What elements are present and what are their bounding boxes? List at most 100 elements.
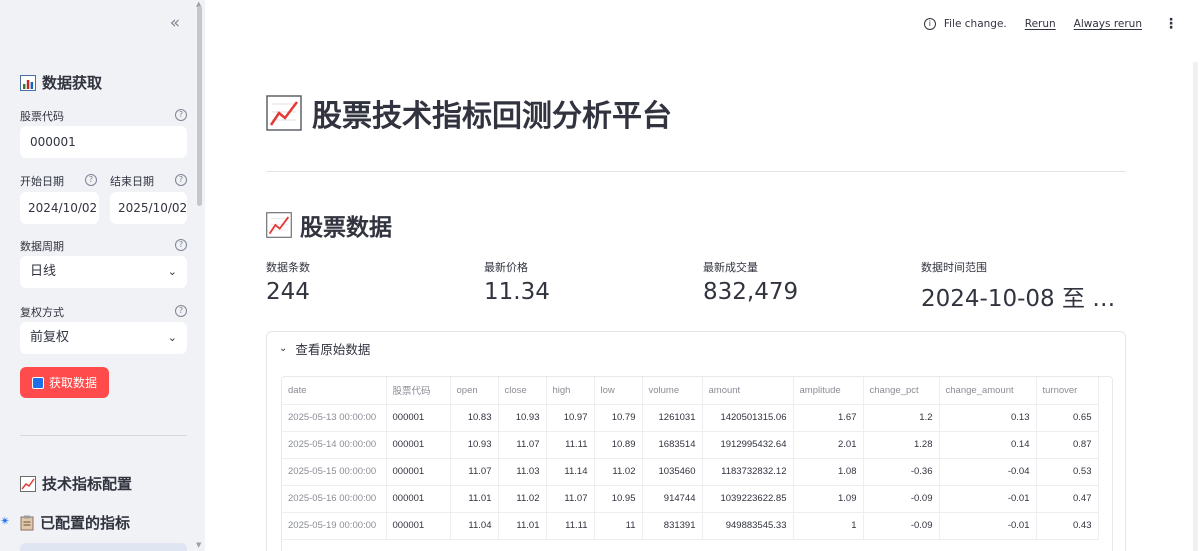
column-header[interactable]: turnover xyxy=(1036,377,1099,405)
table-cell[interactable]: 831391 xyxy=(642,512,703,540)
column-header[interactable]: date xyxy=(282,377,387,405)
table-cell[interactable]: 2025-05-13 00:00:00 xyxy=(282,404,387,432)
always-rerun-button[interactable]: Always rerun xyxy=(1074,18,1142,30)
table-cell[interactable]: -0.09 xyxy=(863,512,940,540)
column-header[interactable]: 股票代码 xyxy=(386,377,451,405)
table-cell[interactable]: 1035460 xyxy=(642,458,703,486)
table-cell[interactable]: -0.09 xyxy=(863,485,940,513)
stock-code-input[interactable]: 000001 xyxy=(20,126,187,158)
column-header[interactable]: volume xyxy=(642,377,703,405)
table-cell[interactable]: 2025-05-15 00:00:00 xyxy=(282,458,387,486)
section-title-text: 股票数据 xyxy=(300,215,392,241)
raw-data-table[interactable]: date 股票代码 open close high low volume amo… xyxy=(281,376,1113,551)
end-date-input[interactable]: 2025/10/02 xyxy=(110,192,187,224)
table-cell[interactable]: 11.07 xyxy=(498,431,547,459)
table-cell[interactable]: 11.07 xyxy=(546,485,595,513)
table-cell[interactable]: 0.47 xyxy=(1036,485,1099,513)
table-cell[interactable]: 1 xyxy=(793,512,864,540)
table-cell[interactable]: 949883545.33 xyxy=(702,512,794,540)
collapse-sidebar-button[interactable]: « xyxy=(165,14,185,34)
adjust-select[interactable]: 前复权 ⌄ xyxy=(20,322,187,354)
table-cell[interactable]: 10.79 xyxy=(594,404,643,432)
table-cell[interactable]: 000001 xyxy=(386,404,451,432)
help-icon[interactable]: ? xyxy=(175,239,187,251)
table-cell[interactable]: 1039223622.85 xyxy=(702,485,794,513)
table-cell[interactable]: 10.93 xyxy=(450,431,499,459)
table-cell[interactable]: 000001 xyxy=(386,431,451,459)
table-cell[interactable]: 11.11 xyxy=(546,431,595,459)
table-cell[interactable]: 000001 xyxy=(386,485,451,513)
table-cell[interactable]: 1.09 xyxy=(793,485,864,513)
configured-indicator-item[interactable] xyxy=(20,543,187,551)
table-cell[interactable]: 2025-05-16 00:00:00 xyxy=(282,485,387,513)
table-cell[interactable]: 10.97 xyxy=(546,404,595,432)
help-icon[interactable]: ? xyxy=(175,174,187,186)
table-cell[interactable]: 1912995432.64 xyxy=(702,431,794,459)
column-header[interactable]: open xyxy=(450,377,499,405)
line-chart-icon xyxy=(20,475,36,492)
table-row[interactable]: 2025-05-19 00:00:00 000001 11.04 11.01 11.11… xyxy=(282,512,1099,540)
table-cell[interactable]: 10.93 xyxy=(498,404,547,432)
table-cell[interactable]: -0.04 xyxy=(939,458,1037,486)
table-cell[interactable]: 2025-05-19 00:00:00 xyxy=(282,512,387,540)
period-select[interactable]: 日线 ⌄ xyxy=(20,256,187,288)
table-cell[interactable]: 11.01 xyxy=(450,485,499,513)
table-cell[interactable]: 11.04 xyxy=(450,512,499,540)
table-row[interactable]: 2025-05-14 00:00:00 000001 10.93 11.07 11.11… xyxy=(282,431,1099,459)
help-icon[interactable]: ? xyxy=(175,305,187,317)
table-cell[interactable]: 0.87 xyxy=(1036,431,1099,459)
sidebar-scroll-down-arrow[interactable]: ▼ xyxy=(196,541,201,549)
table-cell[interactable]: 11.02 xyxy=(594,458,643,486)
table-row[interactable]: 2025-05-13 00:00:00 000001 10.83 10.93 10.97… xyxy=(282,404,1099,432)
column-header[interactable]: low xyxy=(594,377,643,405)
table-row[interactable]: 2025-05-16 00:00:00 000001 11.01 11.02 11.07… xyxy=(282,485,1099,513)
table-cell[interactable]: -0.36 xyxy=(863,458,940,486)
rerun-button[interactable]: Rerun xyxy=(1025,18,1056,30)
table-cell[interactable]: 1683514 xyxy=(642,431,703,459)
table-cell[interactable]: 11.02 xyxy=(498,485,547,513)
column-header[interactable]: close xyxy=(498,377,547,405)
column-header[interactable]: change_amount xyxy=(939,377,1037,405)
table-cell[interactable]: 0.13 xyxy=(939,404,1037,432)
main-menu-icon[interactable]: ⋮ xyxy=(1164,16,1178,32)
table-cell[interactable]: 1420501315.06 xyxy=(702,404,794,432)
table-cell[interactable]: -0.01 xyxy=(939,512,1037,540)
main-scrollbar-track[interactable] xyxy=(1193,62,1198,551)
table-cell[interactable]: 0.53 xyxy=(1036,458,1099,486)
table-cell[interactable]: 000001 xyxy=(386,458,451,486)
table-cell[interactable]: 914744 xyxy=(642,485,703,513)
table-cell[interactable]: 000001 xyxy=(386,512,451,540)
table-row[interactable]: 2025-05-15 00:00:00 000001 11.07 11.03 11.14… xyxy=(282,458,1099,486)
raw-data-expander-header[interactable]: ⌄ 查看原始数据 xyxy=(279,339,370,358)
table-cell[interactable]: 0.43 xyxy=(1036,512,1099,540)
column-header[interactable]: high xyxy=(546,377,595,405)
table-cell[interactable]: 11.01 xyxy=(498,512,547,540)
help-icon[interactable]: ? xyxy=(85,174,97,186)
table-cell[interactable]: -0.01 xyxy=(939,485,1037,513)
column-header[interactable]: amplitude xyxy=(793,377,864,405)
table-cell[interactable]: 1183732832.12 xyxy=(702,458,794,486)
table-cell[interactable]: 11 xyxy=(594,512,643,540)
table-cell[interactable]: 10.83 xyxy=(450,404,499,432)
table-cell[interactable]: 10.95 xyxy=(594,485,643,513)
table-cell[interactable]: 11.14 xyxy=(546,458,595,486)
table-cell[interactable]: 1261031 xyxy=(642,404,703,432)
table-cell[interactable]: 1.28 xyxy=(863,431,940,459)
column-header[interactable]: change_pct xyxy=(863,377,940,405)
table-cell[interactable]: 1.67 xyxy=(793,404,864,432)
table-cell[interactable]: 1.2 xyxy=(863,404,940,432)
help-icon[interactable]: ? xyxy=(175,109,187,121)
table-cell[interactable]: 0.65 xyxy=(1036,404,1099,432)
table-cell[interactable]: 11.07 xyxy=(450,458,499,486)
table-cell[interactable]: 11.03 xyxy=(498,458,547,486)
table-cell[interactable]: 2.01 xyxy=(793,431,864,459)
table-cell[interactable]: 2025-05-14 00:00:00 xyxy=(282,431,387,459)
table-cell[interactable]: 10.89 xyxy=(594,431,643,459)
start-date-input[interactable]: 2024/10/02 xyxy=(20,192,99,224)
fetch-data-button[interactable]: 获取数据 xyxy=(20,367,109,398)
table-cell[interactable]: 1.08 xyxy=(793,458,864,486)
column-header[interactable]: amount xyxy=(702,377,794,405)
table-cell[interactable]: 11.11 xyxy=(546,512,595,540)
sidebar-scrollbar[interactable] xyxy=(197,6,202,206)
table-cell[interactable]: 0.14 xyxy=(939,431,1037,459)
